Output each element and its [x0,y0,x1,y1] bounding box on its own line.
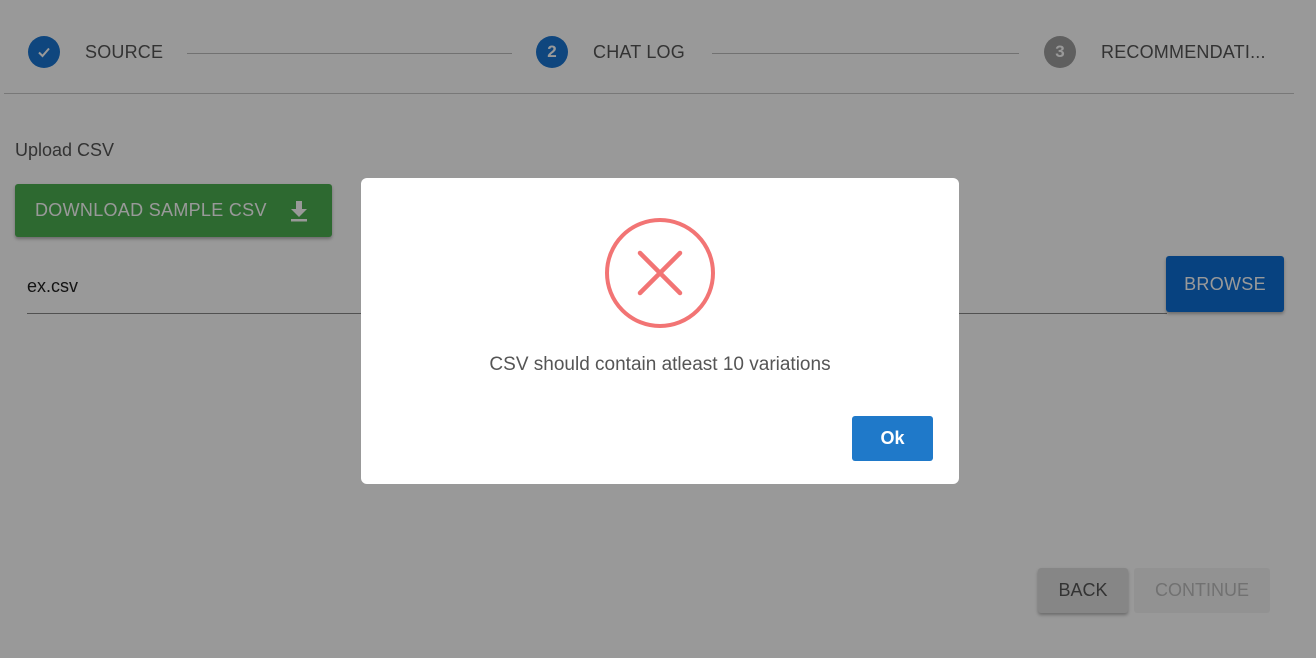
error-dialog: CSV should contain atleast 10 variations… [361,178,959,484]
ok-button[interactable]: Ok [852,416,933,461]
dialog-message: CSV should contain atleast 10 variations [489,354,831,375]
error-x-icon [604,217,716,329]
